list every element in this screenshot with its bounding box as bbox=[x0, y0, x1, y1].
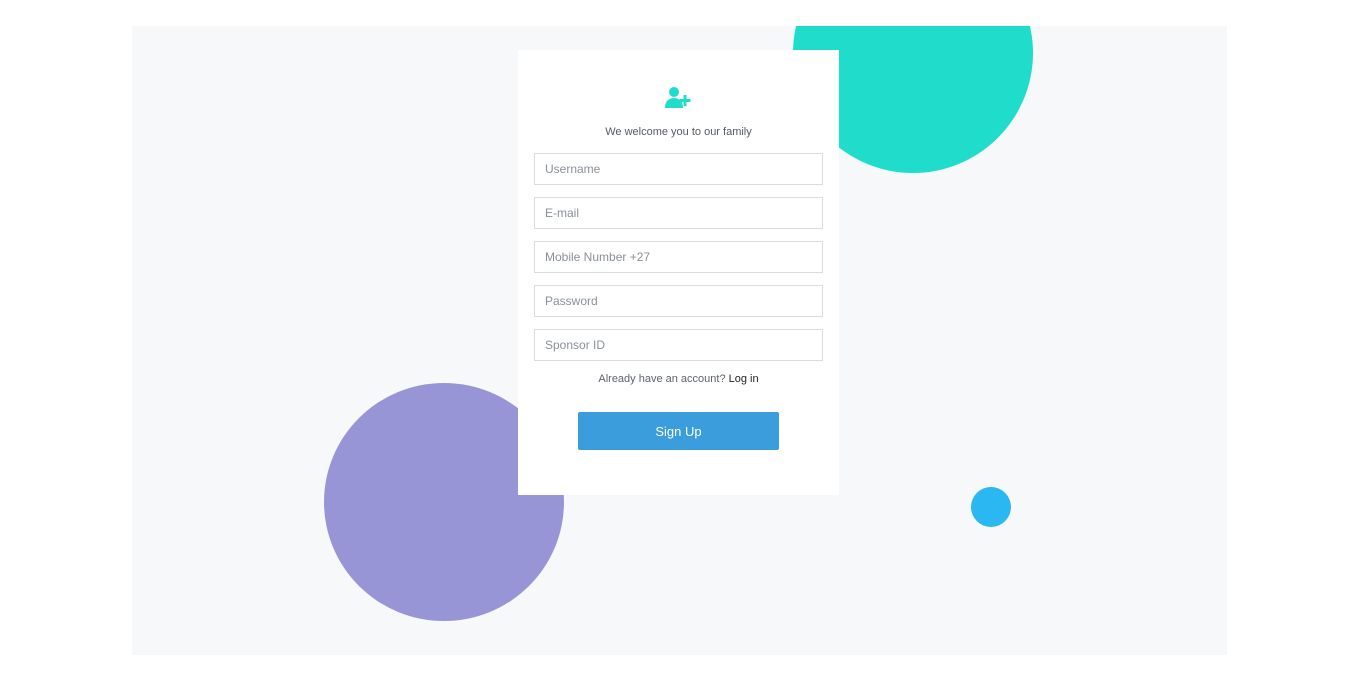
sponsor-id-input[interactable] bbox=[534, 329, 823, 361]
card-header-icon-wrap bbox=[534, 86, 823, 112]
welcome-text: We welcome you to our family bbox=[605, 126, 752, 138]
page-background: We welcome you to our family Already hav… bbox=[132, 26, 1227, 655]
mobile-number-input[interactable] bbox=[534, 241, 823, 273]
signup-card: We welcome you to our family Already hav… bbox=[518, 50, 839, 495]
username-input[interactable] bbox=[534, 153, 823, 185]
login-link[interactable]: Log in bbox=[729, 373, 759, 385]
sign-up-button[interactable]: Sign Up bbox=[578, 412, 779, 450]
user-plus-icon bbox=[664, 87, 690, 108]
login-prompt: Already have an account? Log in bbox=[534, 373, 823, 385]
login-prompt-text: Already have an account? bbox=[598, 373, 726, 385]
password-input[interactable] bbox=[534, 285, 823, 317]
decorative-blue-circle bbox=[971, 487, 1011, 527]
email-input[interactable] bbox=[534, 197, 823, 229]
